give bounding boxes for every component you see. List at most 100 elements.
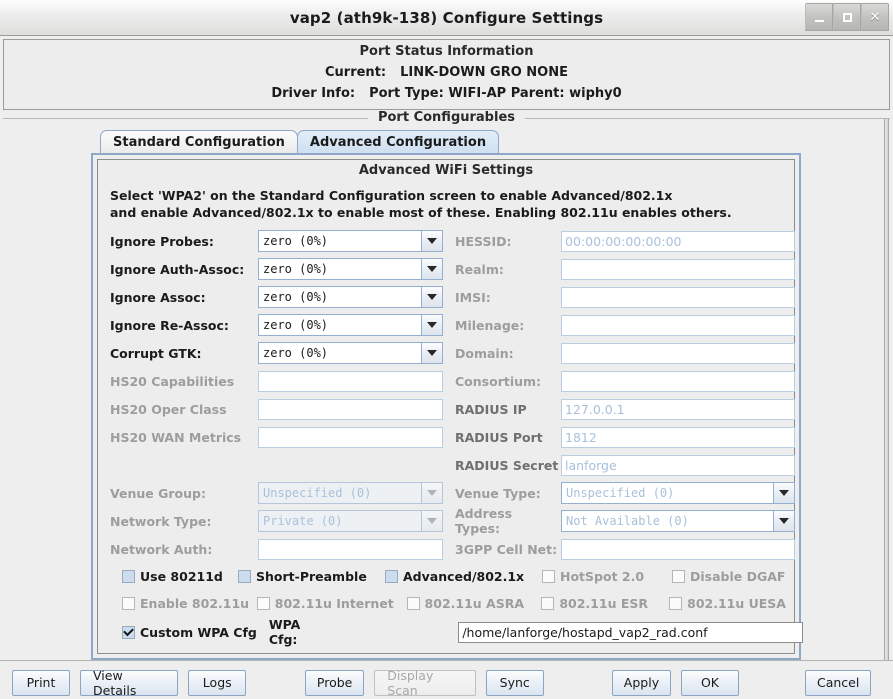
hs20-capabilities-input[interactable]	[258, 370, 443, 392]
form-row-hs20-capabilities: HS20 Capabilities Consortium:	[110, 367, 795, 395]
address-types-field: Not Available (0)	[561, 510, 795, 532]
window-titlebar: vap2 (ath9k-138) Configure Settings ✕	[0, 0, 893, 36]
current-label: Current:	[325, 65, 387, 80]
venue-group-dropdown[interactable]: Unspecified (0)	[258, 482, 443, 504]
view-details-button[interactable]: View Details	[80, 667, 179, 698]
ignore-assoc-value: zero (0%)	[258, 286, 421, 308]
tab-advanced-configuration[interactable]: Advanced Configuration	[296, 130, 500, 153]
form-row-network-type: Network Type: Private (0) Address Types:…	[110, 506, 795, 536]
radius-port-input[interactable]: 1812	[561, 426, 795, 448]
address-types-dropdown[interactable]: Not Available (0)	[561, 510, 795, 532]
chevron-down-icon	[421, 510, 443, 532]
ignore-assoc-dropdown[interactable]: zero (0%)	[258, 286, 443, 308]
checkbox-custom-wpa-cfg[interactable]: Custom WPA Cfg	[122, 625, 257, 640]
checkbox-disable-dgaf[interactable]: Disable DGAF	[672, 569, 785, 584]
network-type-dropdown[interactable]: Private (0)	[258, 510, 443, 532]
maximize-button[interactable]	[833, 3, 861, 31]
ignore-auth-assoc-label: Ignore Auth-Assoc:	[110, 261, 245, 277]
hessid-input[interactable]: 00:00:00:00:00:00	[561, 230, 795, 252]
ignore-re-assoc-dropdown[interactable]: zero (0%)	[258, 314, 443, 336]
venue-type-label: Venue Type:	[455, 485, 541, 501]
wpa-cfg-row: Custom WPA Cfg WPA Cfg: /home/lanforge/h…	[110, 617, 804, 647]
dialog-button-bar: Print View Details Logs Probe Display Sc…	[0, 660, 893, 699]
milenage-field	[561, 314, 795, 336]
ignore-probes-label: Ignore Probes:	[110, 233, 214, 249]
radius-ip-input[interactable]: 127.0.0.1	[561, 398, 795, 420]
advanced-description: Select 'WPA2' on the Standard Configurat…	[98, 182, 794, 227]
checkbox-disable-dgaf-label: Disable DGAF	[690, 569, 786, 584]
checkbox-custom-wpa-cfg-label: Custom WPA Cfg	[140, 624, 257, 640]
minimize-button[interactable]	[805, 3, 833, 31]
form-row-radius-secret: RADIUS Secret lanforge	[110, 451, 795, 479]
imsi-label: IMSI:	[455, 289, 491, 305]
checkbox-use-80211d[interactable]: Use 80211d	[122, 569, 238, 584]
venue-group-label: Venue Group:	[110, 485, 206, 501]
form-row-hs20-wan-metrics: HS20 WAN Metrics RADIUS Port 1812	[110, 423, 795, 451]
radius-secret-input[interactable]: lanforge	[561, 454, 795, 476]
tab-standard-configuration[interactable]: Standard Configuration	[100, 130, 298, 153]
window-title: vap2 (ath9k-138) Configure Settings	[289, 8, 604, 27]
advanced-description-line1: Select 'WPA2' on the Standard Configurat…	[110, 188, 673, 203]
corrupt-gtk-dropdown[interactable]: zero (0%)	[258, 342, 443, 364]
realm-field	[561, 258, 795, 280]
checkbox-enable-80211u[interactable]: Enable 802.11u	[122, 596, 257, 611]
port-status-panel: Port Status Information Current: LINK-DO…	[3, 39, 890, 110]
checkbox-80211u-internet[interactable]: 802.11u Internet	[256, 596, 407, 611]
form-row-ignore-re-assoc: Ignore Re-Assoc: zero (0%) Milenage:	[110, 311, 795, 339]
hs20-capabilities-field	[258, 370, 443, 392]
cancel-button[interactable]: Cancel	[805, 669, 872, 696]
ok-button[interactable]: OK	[681, 669, 739, 696]
ignore-auth-assoc-dropdown[interactable]: zero (0%)	[258, 258, 443, 280]
checkbox-80211u-esr-label: 802.11u ESR	[559, 596, 648, 611]
network-auth-field	[258, 538, 443, 560]
checkbox-box-icon	[256, 597, 270, 610]
checkbox-advanced-8021x[interactable]: Advanced/802.1x	[385, 569, 542, 584]
apply-button[interactable]: Apply	[611, 669, 671, 696]
consortium-input[interactable]	[561, 370, 795, 392]
network-auth-input[interactable]	[258, 538, 443, 560]
hs20-wan-metrics-input[interactable]	[258, 426, 443, 448]
network-auth-label: Network Auth:	[110, 541, 213, 557]
venue-group-field: Unspecified (0)	[258, 482, 443, 504]
realm-input[interactable]	[561, 258, 795, 280]
checkbox-box-icon	[238, 570, 251, 583]
form-row-ignore-assoc: Ignore Assoc: zero (0%) IMSI:	[110, 283, 795, 311]
checkbox-80211u-uesa[interactable]: 802.11u UESA	[669, 596, 786, 611]
vertical-scrollbar[interactable]	[884, 119, 889, 660]
view-details-button-label: View Details	[93, 667, 137, 698]
3gpp-cell-net-input[interactable]	[561, 538, 795, 560]
current-status-row: Current: LINK-DOWN GRO NONE	[4, 62, 889, 83]
milenage-input[interactable]	[561, 314, 795, 336]
corrupt-gtk-field: zero (0%)	[258, 342, 443, 364]
apply-button-label: Apply	[623, 675, 660, 690]
print-button[interactable]: Print	[12, 669, 70, 696]
checkbox-box-icon	[385, 570, 398, 583]
checkbox-short-preamble[interactable]: Short-Preamble	[238, 569, 385, 584]
ignore-probes-dropdown[interactable]: zero (0%)	[258, 230, 443, 252]
ignore-probes-field: zero (0%)	[258, 230, 443, 252]
close-button[interactable]: ✕	[861, 3, 889, 31]
ignore-re-assoc-value: zero (0%)	[258, 314, 421, 336]
logs-button[interactable]: Logs	[188, 669, 247, 696]
advanced-wifi-settings-group: Advanced WiFi Settings Select 'WPA2' on …	[97, 159, 804, 654]
sync-button[interactable]: Sync	[485, 669, 544, 696]
probe-button[interactable]: Probe	[305, 669, 365, 696]
form-row-corrupt-gtk: Corrupt GTK: zero (0%) Domain:	[110, 339, 795, 367]
form-row-venue-group: Venue Group: Unspecified (0) Venue Type:…	[110, 479, 795, 507]
domain-input[interactable]	[561, 342, 795, 364]
corrupt-gtk-label: Corrupt GTK:	[110, 345, 202, 361]
network-type-field: Private (0)	[258, 510, 443, 532]
probe-button-label: Probe	[316, 675, 353, 690]
chevron-down-icon	[773, 482, 795, 504]
radius-secret-field: lanforge	[561, 454, 795, 476]
checkbox-box-icon	[672, 570, 685, 583]
wpa-cfg-input[interactable]: /home/lanforge/hostapd_vap2_rad.conf	[458, 621, 804, 643]
venue-type-dropdown[interactable]: Unspecified (0)	[561, 482, 795, 504]
minimize-icon	[814, 20, 824, 22]
checkbox-hotspot-20[interactable]: HotSpot 2.0	[542, 569, 672, 584]
checkbox-80211u-asra[interactable]: 802.11u ASRA	[406, 596, 542, 611]
checkbox-80211u-esr[interactable]: 802.11u ESR	[541, 596, 669, 611]
imsi-input[interactable]	[561, 286, 795, 308]
maximize-icon	[842, 12, 852, 22]
hs20-oper-class-input[interactable]	[258, 398, 443, 420]
